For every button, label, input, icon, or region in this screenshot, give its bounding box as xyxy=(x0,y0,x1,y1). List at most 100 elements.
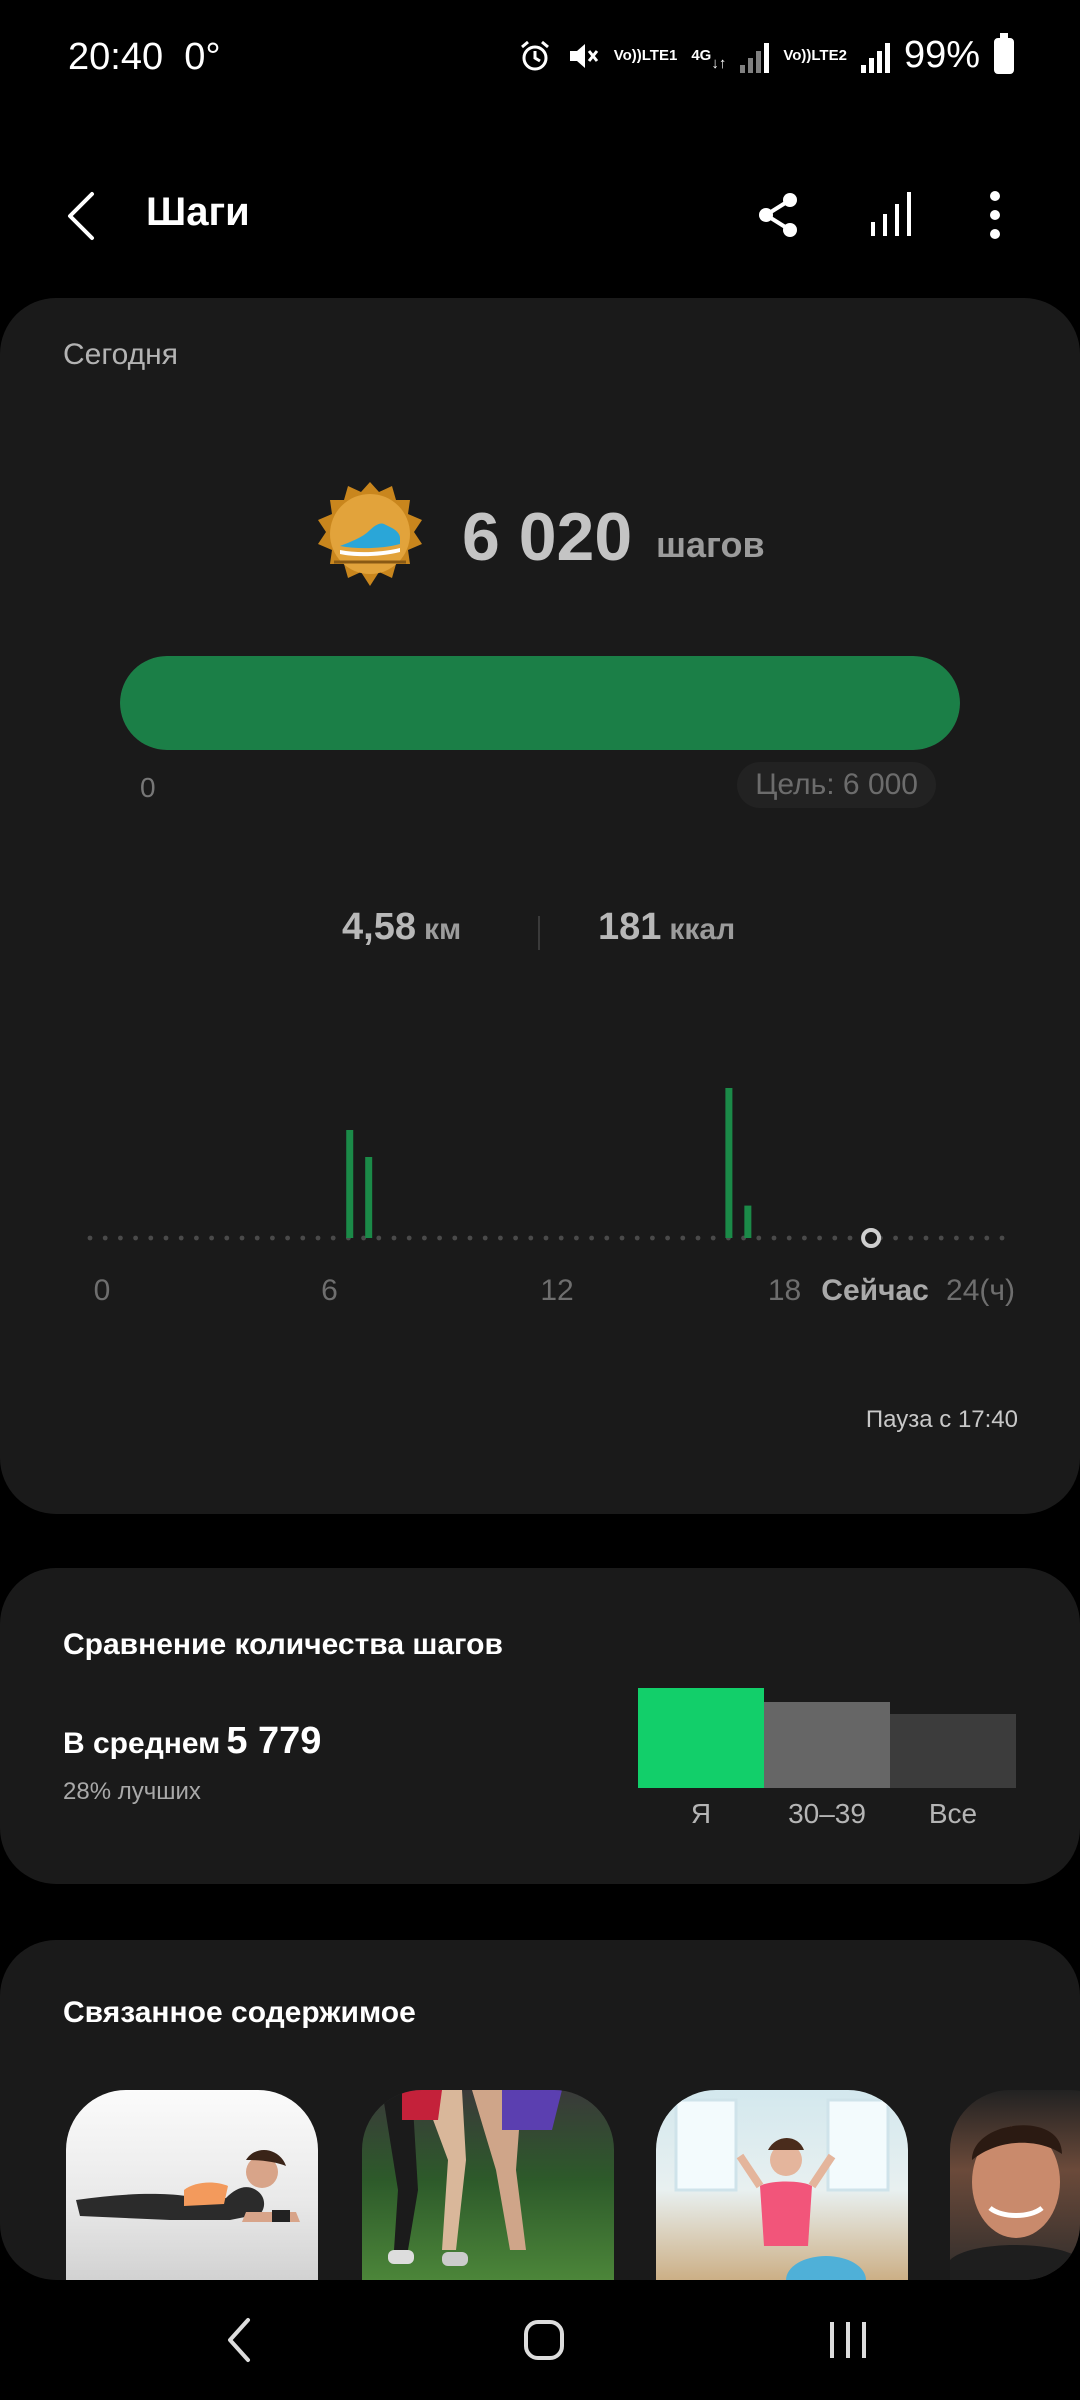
signal2-icon xyxy=(860,39,890,73)
mute-icon xyxy=(566,39,600,73)
baseline-dot xyxy=(908,1235,914,1241)
baseline-dot xyxy=(969,1235,974,1241)
average-line: В среднем 5 779 xyxy=(63,1720,321,1763)
compare-bar-age-group xyxy=(764,1702,890,1788)
baseline-dot xyxy=(832,1235,838,1241)
pause-status: Пауза с 17:40 xyxy=(865,1406,1018,1433)
baseline-dot xyxy=(148,1235,154,1241)
battery-percent: 99% xyxy=(903,34,980,76)
chart-bar xyxy=(346,1130,354,1238)
baseline-dot xyxy=(665,1235,670,1241)
baseline-dot xyxy=(239,1235,245,1241)
related-item-trainer[interactable] xyxy=(950,2090,1080,2280)
recent-apps-icon[interactable] xyxy=(808,2310,888,2370)
app-bar: Шаги xyxy=(0,170,1080,260)
baseline-dot xyxy=(954,1235,959,1241)
baseline-dot xyxy=(923,1235,929,1241)
chart-bar xyxy=(744,1205,752,1238)
chart-bar xyxy=(365,1157,373,1238)
alarm-icon xyxy=(518,39,552,73)
baseline-dot xyxy=(194,1235,199,1241)
baseline-dot xyxy=(482,1235,488,1241)
baseline-dot xyxy=(498,1235,503,1241)
baseline-dot xyxy=(178,1235,184,1241)
baseline-dot xyxy=(543,1235,549,1241)
baseline-dot xyxy=(209,1235,215,1241)
compare-label-age-group: 30–39 xyxy=(788,1798,866,1829)
compare-title: Сравнение количества шагов xyxy=(63,1628,503,1661)
x-tick-label: 18 xyxy=(768,1274,801,1307)
today-card[interactable]: Сегодня 6 020 шагов 0 Цель: 6 000 4,58 км… xyxy=(0,298,1080,1514)
baseline-dot xyxy=(574,1235,579,1241)
baseline-dot xyxy=(847,1235,853,1241)
baseline-dot xyxy=(133,1235,138,1241)
baseline-dot xyxy=(619,1235,625,1241)
home-icon[interactable] xyxy=(504,2310,584,2370)
steps-unit: шагов xyxy=(656,524,765,565)
today-label: Сегодня xyxy=(63,338,178,371)
baseline-dot xyxy=(710,1235,716,1241)
baseline-dot xyxy=(938,1235,944,1241)
x-tick-label: 6 xyxy=(321,1274,338,1307)
baseline-dot xyxy=(330,1235,336,1241)
baseline-dot xyxy=(422,1235,427,1241)
related-title: Связанное содержимое xyxy=(63,1996,416,2029)
bar-chart-icon[interactable] xyxy=(862,184,924,246)
baseline-dot xyxy=(254,1235,260,1241)
chart-bar xyxy=(725,1088,733,1238)
baseline-dot xyxy=(817,1235,822,1241)
baseline-dot xyxy=(437,1235,442,1241)
goal-badge-icon xyxy=(314,480,426,592)
baseline-dot xyxy=(802,1235,807,1241)
baseline-dot xyxy=(270,1235,275,1241)
baseline-dot xyxy=(224,1235,230,1241)
baseline-dot xyxy=(391,1235,397,1241)
compare-label-me: Я xyxy=(690,1798,712,1829)
steps-count: 6 020 xyxy=(462,499,633,575)
baseline-dot xyxy=(893,1235,898,1241)
baseline-dot xyxy=(452,1235,458,1241)
distance-stat: 4,58 км xyxy=(342,906,461,949)
calories-value: 181 xyxy=(598,906,662,948)
status-icons: Vo)) LTE1 4G ↓↑ Vo)) LTE2 99% xyxy=(518,32,1014,77)
now-marker xyxy=(861,1228,882,1248)
percentile-text: 28% лучших xyxy=(63,1778,201,1805)
back-arrow-icon[interactable] xyxy=(58,188,108,244)
goal-button[interactable]: Цель: 6 000 xyxy=(737,762,936,808)
baseline-dot xyxy=(558,1235,564,1241)
baseline-dot xyxy=(999,1235,1005,1241)
baseline-dot xyxy=(771,1235,777,1241)
related-content-card: Связанное содержимое xyxy=(0,1940,1080,2280)
more-vert-icon[interactable] xyxy=(964,184,1026,246)
nav-back-icon[interactable] xyxy=(200,2310,280,2370)
baseline-dot xyxy=(589,1235,594,1241)
baseline-dot xyxy=(300,1235,306,1241)
battery-icon xyxy=(994,32,1014,74)
baseline-dot xyxy=(102,1235,108,1241)
compare-label-all: Все xyxy=(928,1798,978,1829)
calories-unit: ккал xyxy=(669,913,736,946)
baseline-dot xyxy=(406,1235,412,1241)
page-title: Шаги xyxy=(146,190,250,234)
baseline-dot xyxy=(467,1235,473,1241)
distance-unit: км xyxy=(423,913,462,946)
volte2-icon: Vo)) LTE2 xyxy=(783,46,847,64)
compare-card[interactable]: Сравнение количества шагов В среднем 5 77… xyxy=(0,1568,1080,1884)
share-icon[interactable] xyxy=(748,184,810,246)
related-item-yoga[interactable] xyxy=(656,2090,908,2280)
related-item-plank[interactable] xyxy=(66,2090,318,2280)
compare-bar-all xyxy=(890,1714,1016,1788)
steps-progress-fill xyxy=(120,656,960,750)
progress-min-label: 0 xyxy=(140,772,156,803)
baseline-dot xyxy=(984,1235,990,1241)
hourly-steps-chart: 0 6 12 18 Сейчас 24(ч) xyxy=(87,1088,1015,1307)
baseline-dot xyxy=(756,1235,762,1241)
signal1-icon xyxy=(740,39,770,73)
status-time: 20:40 0° xyxy=(68,36,221,78)
distance-value: 4,58 xyxy=(342,906,416,948)
baseline-dot xyxy=(163,1235,169,1241)
volte1-icon: Vo)) LTE1 xyxy=(613,46,678,64)
stat-divider xyxy=(538,916,540,950)
average-label: В среднем xyxy=(63,1727,221,1760)
related-item-running[interactable] xyxy=(362,2090,614,2280)
